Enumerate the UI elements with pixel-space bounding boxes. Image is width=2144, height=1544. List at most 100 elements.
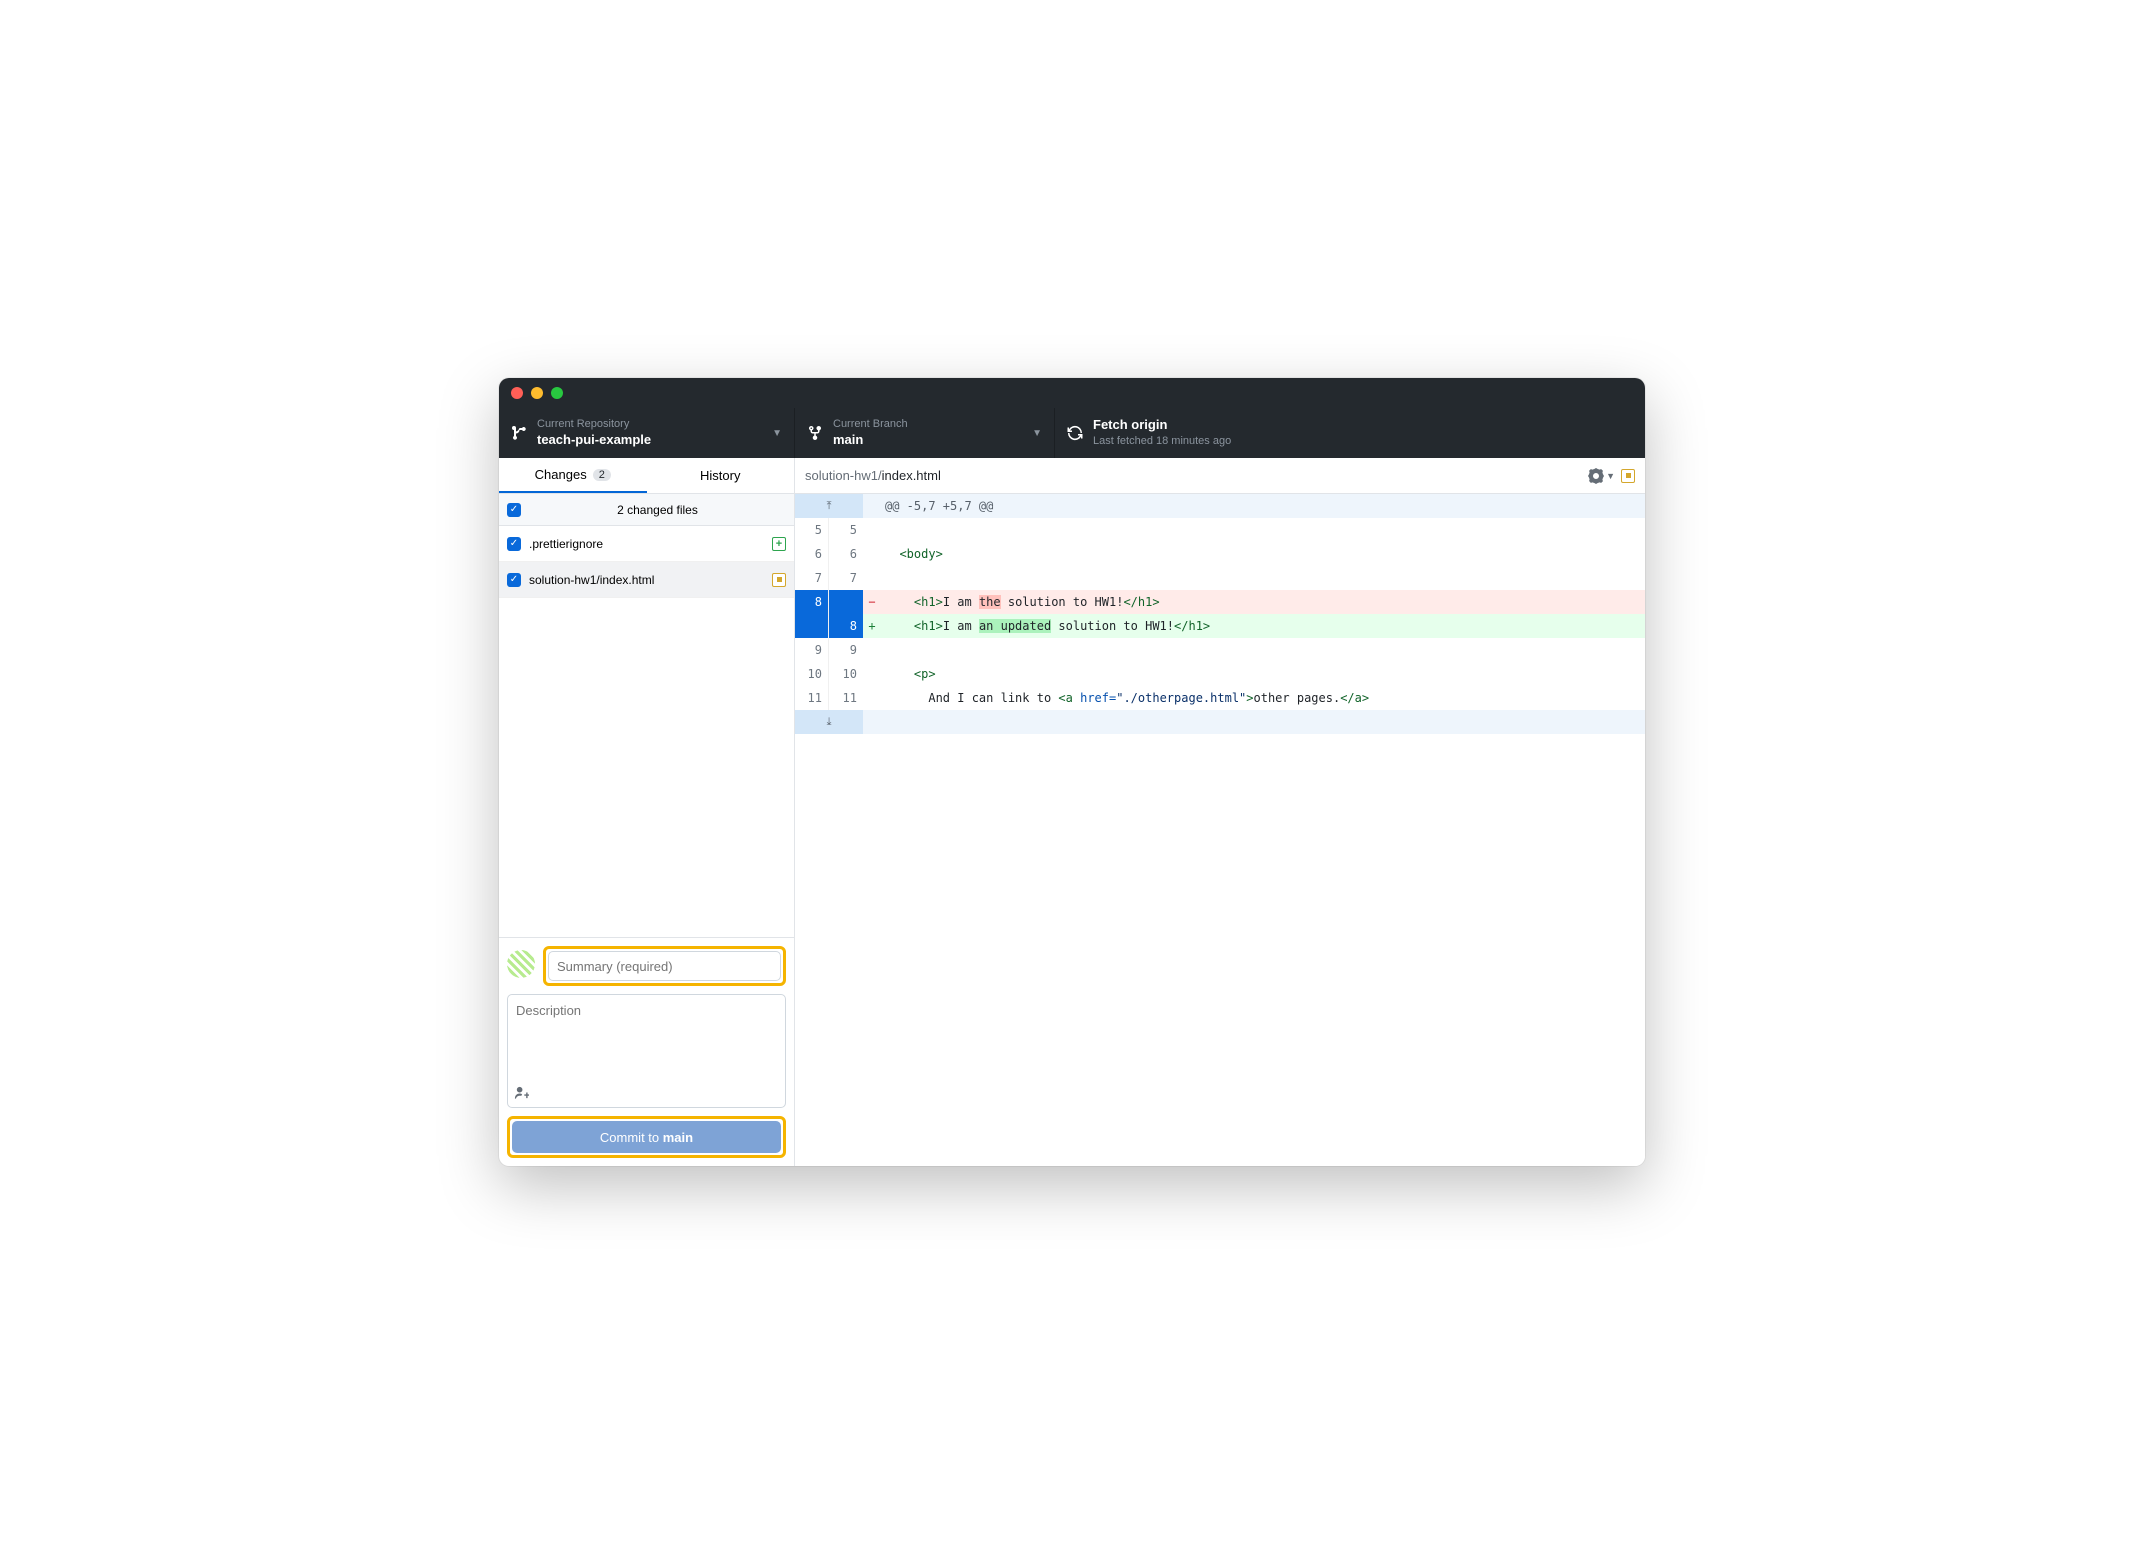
diff-code: <p>: [881, 662, 1645, 686]
select-all-checkbox[interactable]: ✓: [507, 503, 521, 517]
file-checkbox[interactable]: ✓: [507, 573, 521, 587]
chevron-down-icon: ▼: [772, 428, 782, 439]
line-number-old: 7: [795, 566, 829, 590]
diff-panel: solution-hw1/index.html ▼ ⤒@@ -5,7 +5,7 …: [795, 458, 1645, 1166]
diff-body[interactable]: ⤒@@ -5,7 +5,7 @@55 66 <body>77 8− <h1>I …: [795, 494, 1645, 1166]
file-name: solution-hw1/index.html: [529, 573, 764, 587]
diff-line[interactable]: 55: [795, 518, 1645, 542]
diff-line[interactable]: 1010 <p>: [795, 662, 1645, 686]
fetch-status: Last fetched 18 minutes ago: [1093, 434, 1231, 448]
expand-up-row[interactable]: ⤒@@ -5,7 +5,7 @@: [795, 494, 1645, 518]
repo-switcher[interactable]: Current Repository teach-pui-example ▼: [499, 408, 795, 458]
file-name: .prettierignore: [529, 537, 764, 551]
changes-header-text: 2 changed files: [529, 503, 786, 517]
titlebar: [499, 378, 1645, 408]
person-add-icon: [514, 1085, 529, 1100]
line-number-old: 11: [795, 686, 829, 710]
line-number-new: 6: [829, 542, 863, 566]
diff-settings-button[interactable]: ▼: [1588, 468, 1615, 484]
diff-marker: +: [863, 614, 881, 638]
git-branch-icon: [511, 425, 527, 441]
sidebar: Changes 2 History ✓ 2 changed files ✓ .pr…: [499, 458, 795, 1166]
line-number-new: 11: [829, 686, 863, 710]
commit-button-branch: main: [663, 1130, 693, 1145]
gear-icon: [1588, 468, 1604, 484]
diff-marker: [863, 518, 881, 542]
repo-value: teach-pui-example: [537, 432, 651, 449]
close-window-button[interactable]: [511, 387, 523, 399]
minimize-window-button[interactable]: [531, 387, 543, 399]
line-number-new: 10: [829, 662, 863, 686]
line-number-new: 9: [829, 638, 863, 662]
line-number-new: 5: [829, 518, 863, 542]
diff-line[interactable]: 8 − <h1>I am the solution to HW1!</h1>: [795, 590, 1645, 614]
diff-line[interactable]: 8+ <h1>I am an updated solution to HW1!<…: [795, 614, 1645, 638]
line-number-old: 5: [795, 518, 829, 542]
git-branch-icon: [807, 425, 823, 441]
diff-marker: −: [863, 590, 881, 614]
diff-code: And I can link to <a href="./otherpage.h…: [881, 686, 1645, 710]
diff-path-dir: solution-hw1/: [805, 468, 882, 483]
repo-label: Current Repository: [537, 417, 651, 431]
line-number-new: 8: [829, 614, 863, 638]
expand-down-row[interactable]: ⤓: [795, 710, 1645, 734]
diff-line[interactable]: 77: [795, 566, 1645, 590]
diff-header: solution-hw1/index.html ▼: [795, 458, 1645, 494]
tab-history-label: History: [700, 468, 740, 483]
tab-changes-label: Changes: [535, 467, 587, 482]
diff-code: <h1>I am the solution to HW1!</h1>: [881, 590, 1645, 614]
line-number-old: 9: [795, 638, 829, 662]
avatar: [507, 950, 535, 978]
file-modified-icon: [772, 573, 786, 587]
tab-history[interactable]: History: [647, 458, 795, 493]
add-coauthor-button[interactable]: [514, 1085, 529, 1103]
diff-path-file: index.html: [882, 468, 941, 483]
line-number-old: 6: [795, 542, 829, 566]
fetch-label: Fetch origin: [1093, 417, 1231, 434]
diff-code: <body>: [881, 542, 1645, 566]
tab-changes[interactable]: Changes 2: [499, 458, 647, 493]
diff-line[interactable]: 1111 And I can link to <a href="./otherp…: [795, 686, 1645, 710]
line-number-old: 8: [795, 590, 829, 614]
maximize-window-button[interactable]: [551, 387, 563, 399]
commit-panel: Commit to main: [499, 937, 794, 1166]
sync-icon: [1067, 425, 1083, 441]
expand-up-icon[interactable]: ⤒: [795, 494, 863, 518]
diff-code: <h1>I am an updated solution to HW1!</h1…: [881, 614, 1645, 638]
expand-down-icon[interactable]: ⤓: [795, 710, 863, 734]
diff-line[interactable]: 99: [795, 638, 1645, 662]
file-modified-icon: [1621, 469, 1635, 483]
diff-marker: [863, 662, 881, 686]
commit-button-prefix: Commit to: [600, 1130, 663, 1145]
diff-marker: [863, 686, 881, 710]
diff-code: [881, 638, 1645, 662]
branch-value: main: [833, 432, 908, 449]
file-added-icon: +: [772, 537, 786, 551]
file-row[interactable]: ✓ solution-hw1/index.html: [499, 562, 794, 598]
diff-marker: [863, 638, 881, 662]
line-number-old: 10: [795, 662, 829, 686]
file-row[interactable]: ✓ .prettierignore +: [499, 526, 794, 562]
line-number-new: 7: [829, 566, 863, 590]
branch-label: Current Branch: [833, 417, 908, 431]
diff-marker: [863, 566, 881, 590]
sidebar-tabs: Changes 2 History: [499, 458, 794, 494]
diff-line[interactable]: 66 <body>: [795, 542, 1645, 566]
branch-switcher[interactable]: Current Branch main ▼: [795, 408, 1055, 458]
diff-marker: [863, 542, 881, 566]
line-number-old: [795, 614, 829, 638]
changes-header: ✓ 2 changed files: [499, 494, 794, 526]
diff-code: [881, 566, 1645, 590]
commit-summary-input[interactable]: [548, 951, 781, 981]
file-list: ✓ .prettierignore + ✓ solution-hw1/index.htm…: [499, 526, 794, 598]
diff-code: [881, 518, 1645, 542]
changes-count-badge: 2: [593, 469, 611, 481]
chevron-down-icon: ▼: [1032, 428, 1042, 439]
commit-description-input[interactable]: [508, 995, 785, 1081]
main-area: Changes 2 History ✓ 2 changed files ✓ .pr…: [499, 458, 1645, 1166]
commit-button[interactable]: Commit to main: [512, 1121, 781, 1153]
file-checkbox[interactable]: ✓: [507, 537, 521, 551]
fetch-button[interactable]: Fetch origin Last fetched 18 minutes ago: [1055, 408, 1645, 458]
toolbar: Current Repository teach-pui-example ▼ C…: [499, 408, 1645, 458]
app-window: Current Repository teach-pui-example ▼ C…: [499, 378, 1645, 1166]
